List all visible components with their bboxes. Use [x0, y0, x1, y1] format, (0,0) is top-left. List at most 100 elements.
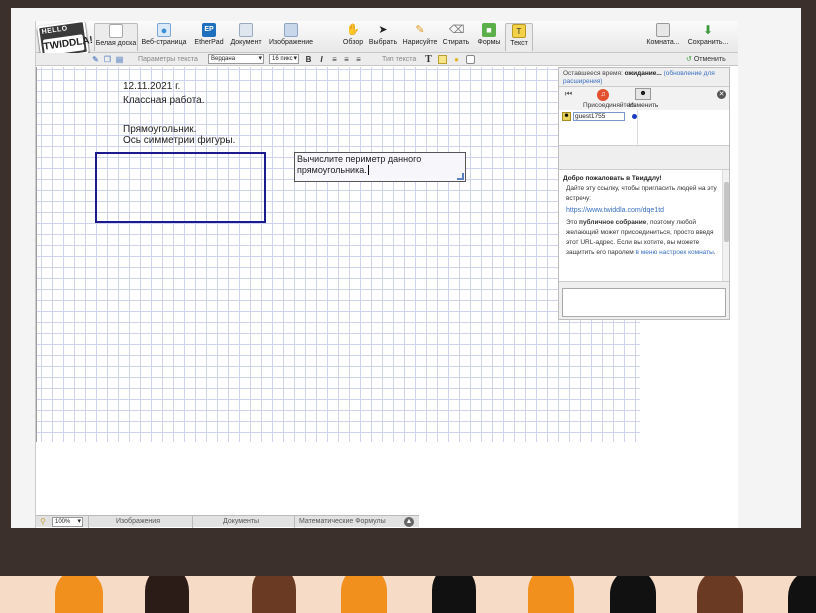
tool-erase[interactable]: ⌫ Стирать: [442, 23, 470, 51]
audio-icon[interactable]: ♫: [597, 89, 609, 101]
guest-user-icon: ☻: [562, 112, 571, 121]
font-size-select[interactable]: 16 пикс: [269, 54, 299, 64]
collaboration-panel: Оставшееся время: ожидание... (обновлени…: [558, 67, 730, 320]
participants-divider: [637, 110, 638, 147]
drawn-rectangle[interactable]: [95, 152, 266, 223]
copy-icon[interactable]: ❐: [103, 55, 112, 64]
etherpad-icon: EP: [202, 23, 216, 37]
tool-document[interactable]: Документ: [228, 23, 264, 51]
tool-image[interactable]: Изображение: [267, 23, 315, 51]
align-left-icon[interactable]: ≡: [330, 55, 339, 64]
presentation-bottom-band: [0, 528, 816, 576]
tool-etherpad[interactable]: EP EtherPad: [192, 23, 226, 51]
tool-select[interactable]: ➤ Выбрать: [368, 23, 398, 51]
date-text[interactable]: 12.11.2021 г.: [123, 81, 180, 92]
presentation-top-border: [0, 0, 816, 8]
text-caret: [367, 165, 369, 175]
logo-hello-text: HELLO: [41, 25, 69, 36]
zoom-select[interactable]: 100%: [52, 517, 83, 527]
welcome-title: Добро пожаловать в Твиддлу!: [563, 175, 662, 182]
whiteboard-canvas[interactable]: 12.11.2021 г. Классная работа. Прямоугол…: [36, 67, 640, 442]
plain-text-button[interactable]: T: [424, 55, 433, 65]
audience-head: [432, 576, 476, 613]
undo-icon: ↺: [686, 56, 692, 63]
status-separator: [192, 516, 193, 528]
align-center-icon[interactable]: ≡: [342, 55, 351, 64]
room-settings-link[interactable]: в меню настроек комнаты: [636, 249, 714, 256]
whiteboard-icon: [109, 24, 123, 38]
pencil-icon: ✎: [415, 24, 425, 36]
canvas-blank-area: [36, 442, 640, 512]
bottom-status-bar: ⚲ 100% Изображения Документы Математичес…: [36, 515, 419, 528]
change-button[interactable]: Изменить: [629, 102, 658, 109]
text-options-toolbar: ✎ ❐ ▤ Параметры текста Вердана 16 пикс B…: [36, 53, 738, 66]
images-tab[interactable]: Изображения: [116, 517, 160, 527]
text-type-label: Тип текста: [382, 56, 417, 63]
invite-text: Дайте эту ссылку, чтобы пригласить людей…: [566, 185, 717, 202]
tool-whiteboard[interactable]: Белая доска: [94, 23, 138, 51]
speech-bubble-icon[interactable]: ●: [452, 55, 461, 64]
italic-button[interactable]: I: [317, 55, 326, 64]
participants-controls: ⏮ ♫ Присоединяйтесь ☻ Изменить ✕: [559, 87, 729, 110]
welcome-scrollbar[interactable]: [722, 170, 729, 281]
meeting-url-link[interactable]: https://www.twiddla.com/dqe1td: [566, 206, 721, 216]
text-icon: T: [512, 24, 526, 38]
hand-icon: ✋: [346, 24, 360, 36]
tool-options-icon[interactable]: ✎: [91, 55, 100, 64]
resize-grip-icon[interactable]: [457, 173, 464, 180]
align-right-icon[interactable]: ≡: [354, 55, 363, 64]
status-separator: [88, 516, 89, 528]
room-button[interactable]: Комната...: [644, 23, 682, 51]
participants-box: ⏮ ♫ Присоединяйтесь ☻ Изменить ✕ ☻ guest…: [559, 86, 729, 147]
audience-head: [610, 576, 656, 613]
task-text: Вычислите периметр данного прямоугольник…: [297, 154, 422, 175]
audience-head: [341, 576, 387, 613]
audience-head: [145, 576, 189, 613]
room-icon: [656, 23, 670, 37]
audience-illustration: [0, 576, 816, 613]
collapse-arrow-icon[interactable]: ▲: [404, 517, 414, 527]
task-text-box[interactable]: Вычислите периметр данного прямоугольник…: [294, 152, 466, 182]
classwork-text[interactable]: Классная работа.: [123, 95, 205, 106]
audience-head: [788, 576, 816, 613]
audience-head: [528, 576, 574, 613]
close-icon[interactable]: ✕: [717, 90, 726, 99]
cursor-icon: ➤: [378, 24, 388, 36]
download-icon: ⬇: [702, 23, 714, 37]
welcome-message: Добро пожаловать в Твиддлу! Дайте эту сс…: [559, 169, 729, 282]
chat-input[interactable]: [562, 288, 726, 317]
rectangle-title-text[interactable]: Прямоугольник.: [123, 124, 196, 135]
tool-text[interactable]: T Текст: [505, 23, 533, 51]
guest-status-dot: [632, 114, 637, 119]
status-separator: [294, 516, 295, 528]
empty-box-icon[interactable]: [466, 55, 475, 64]
bold-button[interactable]: B: [304, 55, 313, 64]
font-select[interactable]: Вердана: [208, 54, 264, 64]
public-meeting-text: Это публичное собрание, поэтому любой же…: [566, 219, 716, 256]
time-remaining: Оставшееся время: ожидание... (обновлени…: [563, 70, 715, 85]
skip-back-icon[interactable]: ⏮: [565, 89, 572, 99]
scrollbar-thumb[interactable]: [724, 182, 729, 242]
eraser-icon: ⌫: [449, 24, 465, 36]
web-page-icon: ●: [157, 23, 171, 37]
tool-shapes[interactable]: ■ Формы: [476, 23, 502, 51]
tool-draw[interactable]: ✎ Нарисуйте: [402, 23, 438, 51]
document-icon: [239, 23, 253, 37]
user-card-icon[interactable]: ☻: [635, 88, 651, 100]
save-button[interactable]: ⬇ Сохранить...: [686, 23, 730, 51]
audience-head: [55, 576, 103, 613]
symmetry-text[interactable]: Ось симметрии фигуры.: [123, 135, 235, 146]
zoom-icon: ⚲: [40, 517, 46, 526]
math-formulas-tab[interactable]: Математические Формулы: [299, 517, 386, 527]
audience-head: [697, 576, 743, 613]
tool-web-page[interactable]: ● Веб-страница: [140, 23, 188, 51]
paste-icon[interactable]: ▤: [115, 55, 124, 64]
undo-button[interactable]: ↺ Отменить: [686, 54, 726, 65]
twiddla-app-window: HELLO TWIDDLA! Белая доска ● Веб-страниц…: [35, 21, 738, 528]
documents-tab[interactable]: Документы: [223, 517, 259, 527]
guest-name-field[interactable]: guest1755: [573, 112, 625, 121]
tool-browse[interactable]: ✋ Обзор: [340, 23, 366, 51]
main-toolbar: HELLO TWIDDLA! Белая доска ● Веб-страниц…: [36, 21, 738, 61]
note-box-icon[interactable]: [438, 55, 447, 64]
text-params-label: Параметры текста: [138, 56, 198, 63]
